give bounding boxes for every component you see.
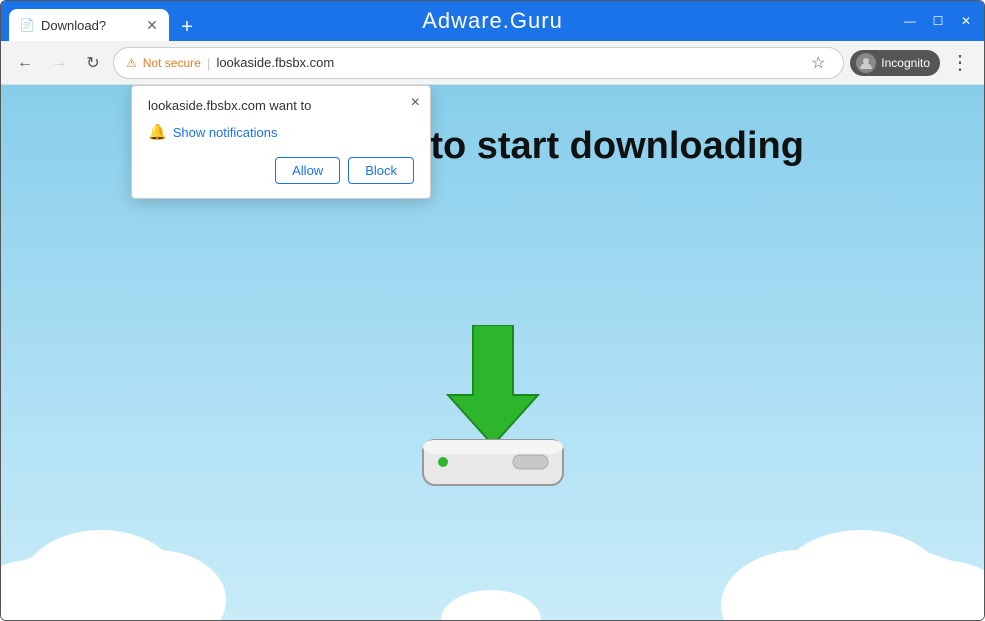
incognito-label: Incognito bbox=[881, 56, 930, 70]
browser-window: 📄 Download? ✕ + Adware.Guru — ☐ ✕ ← → ↻ … bbox=[0, 0, 985, 621]
clouds-bottom bbox=[1, 490, 984, 620]
active-tab[interactable]: 📄 Download? ✕ bbox=[9, 9, 169, 41]
maximize-button[interactable]: ☐ bbox=[928, 11, 948, 31]
close-button[interactable]: ✕ bbox=[956, 11, 976, 31]
forward-button[interactable]: → bbox=[45, 49, 73, 77]
new-tab-button[interactable]: + bbox=[173, 13, 201, 41]
url-separator: | bbox=[207, 55, 211, 71]
download-illustration bbox=[403, 325, 583, 500]
popup-notification-row: 🔔 Show notifications bbox=[148, 123, 414, 141]
incognito-button[interactable]: Incognito bbox=[850, 50, 940, 76]
omnibox-icons: ☆ bbox=[805, 50, 831, 76]
title-bar: 📄 Download? ✕ + Adware.Guru — ☐ ✕ bbox=[1, 1, 984, 41]
minimize-button[interactable]: — bbox=[900, 11, 920, 31]
url-text: lookaside.fbsbx.com bbox=[216, 55, 799, 70]
popup-domain-text: lookaside.fbsbx.com want to bbox=[148, 98, 414, 113]
security-text: Not secure bbox=[143, 56, 201, 70]
show-notifications-link[interactable]: Show notifications bbox=[173, 125, 278, 140]
block-button[interactable]: Block bbox=[348, 157, 414, 184]
tab-title: Download? bbox=[41, 18, 139, 33]
menu-button[interactable]: ⋮ bbox=[946, 50, 974, 75]
reload-button[interactable]: ↻ bbox=[79, 49, 107, 77]
tab-bar: 📄 Download? ✕ + bbox=[9, 1, 892, 41]
notification-popup: × lookaside.fbsbx.com want to 🔔 Show not… bbox=[131, 85, 431, 199]
bookmark-icon[interactable]: ☆ bbox=[805, 50, 831, 76]
incognito-icon bbox=[856, 53, 876, 73]
security-warning-icon: ⚠ bbox=[126, 56, 137, 70]
address-bar: ← → ↻ ⚠ Not secure | lookaside.fbsbx.com… bbox=[1, 41, 984, 85]
tab-favicon: 📄 bbox=[19, 17, 35, 33]
window-controls: — ☐ ✕ bbox=[900, 11, 976, 31]
tab-close-button[interactable]: ✕ bbox=[143, 16, 161, 34]
bell-icon: 🔔 bbox=[148, 123, 167, 141]
page-content: Click "Allow" to start downloading × loo… bbox=[1, 85, 984, 620]
popup-close-button[interactable]: × bbox=[411, 94, 420, 112]
back-button[interactable]: ← bbox=[11, 49, 39, 77]
omnibox[interactable]: ⚠ Not secure | lookaside.fbsbx.com ☆ bbox=[113, 47, 844, 79]
allow-button[interactable]: Allow bbox=[275, 157, 340, 184]
popup-buttons: Allow Block bbox=[148, 157, 414, 184]
